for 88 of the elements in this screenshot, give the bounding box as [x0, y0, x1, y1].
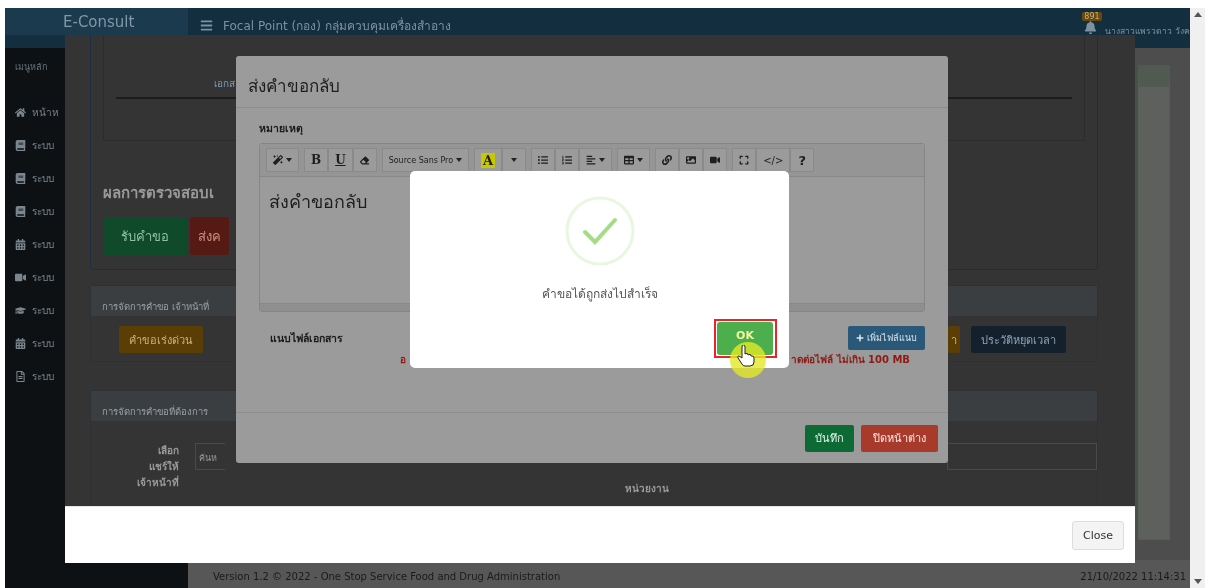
scrollbar[interactable] — [1190, 8, 1205, 588]
close-button[interactable]: ปิดหน้าต่าง — [861, 424, 938, 452]
version-text: Version 1.2 © 2022 - One Stop Service Food and Drug Administration — [213, 570, 561, 582]
fullscreen-button[interactable] — [732, 148, 757, 172]
magic-wand-icon — [273, 155, 283, 165]
app-logo[interactable]: E-Consult — [5, 8, 188, 35]
fullscreen-icon — [739, 155, 750, 165]
panel-title: การจัดการคำขอ เจ้าหน้าที่ — [102, 301, 210, 312]
accept-button[interactable]: รับคำขอ — [103, 217, 187, 255]
menu-item-icon — [15, 107, 26, 118]
timestamp: 21/10/2022 11:14:31 — [1080, 570, 1186, 582]
sidebar-item[interactable]: ระบบ — [32, 369, 54, 384]
menu-item-icon — [15, 272, 26, 283]
link-button[interactable] — [655, 148, 680, 172]
sidebar-heading: เมนูหลัก — [15, 61, 48, 74]
scroll-down-icon[interactable] — [1193, 579, 1202, 584]
sidebar-item[interactable]: ระบบ — [32, 138, 54, 153]
save-button[interactable]: บันทึก — [805, 424, 854, 452]
urgent-button[interactable]: า — [948, 326, 960, 353]
hand-cursor-icon — [737, 345, 755, 367]
caret-icon — [456, 158, 463, 162]
field-label: หมายเหตุ — [259, 121, 303, 137]
video-button[interactable] — [703, 148, 728, 172]
document-label: เอกส — [214, 77, 235, 91]
magic-wand-button[interactable] — [266, 148, 299, 172]
input-field[interactable] — [947, 443, 1097, 470]
urgent-button[interactable]: คำขอเร่งด่วน — [119, 326, 203, 353]
video-icon — [710, 155, 721, 165]
eraser-button[interactable] — [352, 148, 377, 172]
return-button[interactable]: ส่งค — [190, 217, 229, 255]
notification-badge: 891 — [1082, 12, 1102, 21]
image-icon — [686, 155, 697, 165]
highlight-button[interactable]: A — [474, 148, 503, 172]
caret-icon — [511, 158, 518, 162]
check-icon — [564, 196, 635, 266]
code-button[interactable]: </> — [756, 148, 791, 172]
bell-icon[interactable] — [1084, 21, 1098, 34]
caret-icon — [637, 158, 644, 162]
image-button[interactable] — [679, 148, 704, 172]
menu-item-icon — [15, 140, 26, 151]
table-button[interactable] — [617, 148, 651, 172]
menu-icon[interactable] — [200, 19, 213, 32]
help-button[interactable]: ? — [790, 148, 815, 172]
underline-button[interactable]: U — [328, 148, 353, 172]
alert-message: คำขอได้ถูกส่งไปสำเร็จ — [541, 285, 658, 303]
table-icon — [624, 155, 635, 165]
align-button[interactable] — [579, 148, 613, 172]
link-icon — [662, 155, 673, 165]
bold-button[interactable]: B — [304, 148, 329, 172]
history-button[interactable]: ประวัติหยุดเวลา — [971, 326, 1066, 353]
sidebar-item[interactable]: ระบบ — [32, 171, 54, 186]
menu-item-icon — [15, 338, 26, 349]
panel-title: การจัดการคำขอที่ต้องการ — [102, 406, 208, 417]
dialog-title: ส่งคำขอกลับ — [248, 76, 340, 96]
close-button[interactable]: Close — [1072, 520, 1124, 550]
menu-item-icon — [15, 239, 26, 250]
sidebar-item[interactable]: ระบบ — [32, 270, 54, 285]
size-note: อ — [400, 353, 406, 367]
sidebar-item[interactable]: หน้าห — [32, 105, 59, 120]
add-file-button[interactable]: เพิ่มไฟล์แนบ — [848, 326, 925, 350]
menu-item-icon — [15, 305, 26, 316]
bullet-list-button[interactable] — [531, 148, 556, 172]
field-label: แนบไฟล์เอกสาร — [270, 330, 343, 346]
sidebar-item[interactable]: ระบบ — [32, 237, 54, 252]
align-icon — [586, 155, 597, 165]
menu-item-icon — [15, 206, 26, 217]
sidebar-item[interactable]: ระบบ — [32, 303, 54, 318]
section-heading: ผลการตรวจสอบเ — [103, 183, 214, 204]
page-title: Focal Point (กอง) กลุ่มควบคุมเครื่องสำอาง — [223, 16, 451, 35]
bullet-list-icon — [538, 155, 549, 165]
numbered-list-button[interactable] — [555, 148, 580, 172]
plus-icon — [856, 334, 864, 342]
dropdown-button[interactable] — [502, 148, 527, 172]
sidebar-item[interactable]: ระบบ — [32, 336, 54, 351]
caret-icon — [599, 158, 606, 162]
numbered-list-icon — [562, 155, 573, 165]
editor-text: ส่งคำขอกลับ — [269, 191, 367, 212]
menu-item-icon — [15, 173, 26, 184]
font-dropdown[interactable]: Source Sans Pro — [381, 148, 470, 172]
sidebar-item[interactable]: ระบบ — [32, 204, 54, 219]
caret-icon — [286, 158, 292, 162]
scroll-up-icon[interactable] — [1193, 12, 1202, 17]
field-label: เลือก แชร์ให้ เจ้าหน้าที่ — [136, 444, 179, 490]
search-field[interactable]: ค้นห — [195, 443, 225, 470]
size-note: าดต่อไฟล์ ไม่เกิน 100 MB — [791, 352, 910, 367]
menu-item-icon — [15, 371, 26, 382]
field-label: หน่วยงาน — [625, 482, 669, 496]
eraser-icon — [360, 155, 370, 165]
